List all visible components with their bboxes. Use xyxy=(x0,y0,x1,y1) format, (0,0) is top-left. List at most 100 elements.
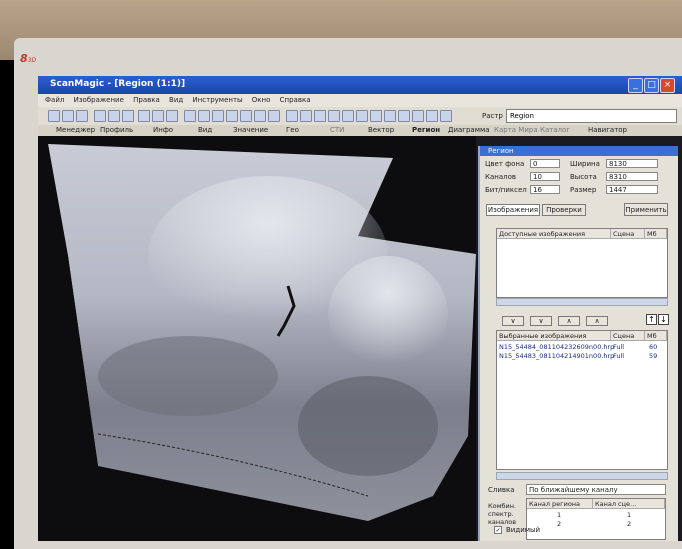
tab-manager[interactable]: Менеджер xyxy=(56,126,95,134)
selected-images-list[interactable]: Выбранные изображения Сцена Мб N15_54484… xyxy=(496,330,668,470)
available-mb-header: Мб xyxy=(645,229,667,239)
layers-icon[interactable] xyxy=(300,110,312,122)
channels-field[interactable]: 10 xyxy=(530,172,560,181)
menu-help[interactable]: Справка xyxy=(280,94,311,107)
info-icon[interactable] xyxy=(412,110,424,122)
selected-header: Выбранные изображения xyxy=(497,331,611,341)
selected-row-1-name[interactable]: N15_54484_081104232609n00.hrp xyxy=(499,343,614,351)
import-icon[interactable] xyxy=(398,110,410,122)
menu-image[interactable]: Изображение xyxy=(74,94,124,107)
available-images-list[interactable]: Доступные изображения Сцена Мб xyxy=(496,228,668,298)
open-icon[interactable] xyxy=(62,110,74,122)
tab-sti[interactable]: СТИ xyxy=(330,126,344,134)
tab-images[interactable]: Изображения xyxy=(486,204,540,216)
menu-bar: Файл Изображение Правка Вид Инструменты … xyxy=(38,94,682,107)
tab-world-map[interactable]: Карта Мира xyxy=(494,126,538,134)
window-titlebar: ScanMagic - [Region (1:1)] _ □ × xyxy=(38,76,682,94)
height-field[interactable]: 8310 xyxy=(606,172,658,181)
apply-button[interactable]: Применить xyxy=(624,203,668,216)
channel-row-1-scene[interactable]: 1 xyxy=(627,511,631,519)
stitch-select[interactable]: По ближайшему каналу xyxy=(526,484,666,495)
minimize-button[interactable]: _ xyxy=(628,78,643,93)
close-button[interactable]: × xyxy=(660,78,675,93)
selected-mb-header: Мб xyxy=(645,331,667,341)
settings-icon[interactable] xyxy=(426,110,438,122)
bits-field[interactable]: 16 xyxy=(530,185,560,194)
selected-row-1-scene: Full xyxy=(613,343,625,351)
tab-catalog[interactable]: Каталог xyxy=(540,126,570,134)
grid-icon[interactable] xyxy=(286,110,298,122)
zoom-area-icon[interactable] xyxy=(254,110,266,122)
channels-label: Каналов xyxy=(485,173,517,181)
dual-window-icon[interactable] xyxy=(370,110,382,122)
size-field[interactable]: 1447 xyxy=(606,185,658,194)
zoom-out-icon[interactable] xyxy=(226,110,238,122)
menu-tools[interactable]: Инструменты xyxy=(192,94,242,107)
menu-file[interactable]: Файл xyxy=(45,94,64,107)
selected-scrollbar[interactable] xyxy=(496,472,668,480)
zoom-fit-icon[interactable] xyxy=(240,110,252,122)
zoom-icon[interactable] xyxy=(166,110,178,122)
raster-label: Растр xyxy=(482,112,503,120)
height-label: Высота xyxy=(570,173,597,181)
help-icon[interactable] xyxy=(440,110,452,122)
order-up-icon[interactable]: ↑ xyxy=(646,314,657,325)
menu-view[interactable]: Вид xyxy=(169,94,183,107)
move-up-button[interactable]: ∧ xyxy=(558,316,580,326)
channel-row-1-region: 1 xyxy=(557,511,562,519)
pan-icon[interactable] xyxy=(268,110,280,122)
copy-icon[interactable] xyxy=(108,110,120,122)
raster-select[interactable]: Region xyxy=(506,109,677,123)
window-icon[interactable] xyxy=(356,110,368,122)
document-icon[interactable] xyxy=(152,110,164,122)
paste-icon[interactable] xyxy=(122,110,134,122)
region-panel: Регион Цвет фона 0 Каналов 10 Бит/пиксел… xyxy=(478,146,678,541)
tab-region[interactable]: Регион xyxy=(412,126,440,134)
move-down-button[interactable]: ∨ xyxy=(502,316,524,326)
tab-geo[interactable]: Гео xyxy=(286,126,299,134)
selected-scene-header: Сцена xyxy=(611,331,645,341)
print-icon[interactable] xyxy=(94,110,106,122)
new-icon[interactable] xyxy=(48,110,60,122)
pointer-icon[interactable] xyxy=(138,110,150,122)
width-field[interactable]: 8130 xyxy=(606,159,658,168)
image-viewport[interactable] xyxy=(38,136,476,541)
move-all-down-button[interactable]: ∨ xyxy=(530,316,552,326)
chart-icon[interactable] xyxy=(342,110,354,122)
table-icon[interactable] xyxy=(328,110,340,122)
tab-value[interactable]: Значение xyxy=(233,126,268,134)
channel-table[interactable]: Канал региона Канал сце... 1 1 2 2 xyxy=(526,498,666,540)
tab-info[interactable]: Инфо xyxy=(153,126,173,134)
selected-row-1-mb: 60 xyxy=(649,343,658,351)
bg-color-field[interactable]: 0 xyxy=(530,159,560,168)
tab-navigator[interactable]: Навигатор xyxy=(588,126,627,134)
available-scrollbar[interactable] xyxy=(496,298,668,306)
tab-vector[interactable]: Вектор xyxy=(368,126,394,134)
visible-checkbox[interactable]: ✓ xyxy=(494,526,502,534)
available-scene-header: Сцена xyxy=(611,229,645,239)
move-all-up-button[interactable]: ∧ xyxy=(586,316,608,326)
tab-checks[interactable]: Проверки xyxy=(542,204,586,216)
export-icon[interactable] xyxy=(384,110,396,122)
channel-row-2-scene[interactable]: 2 xyxy=(627,520,631,528)
save-icon[interactable] xyxy=(76,110,88,122)
list-icon[interactable] xyxy=(314,110,326,122)
maximize-button[interactable]: □ xyxy=(644,78,659,93)
select-icon[interactable] xyxy=(184,110,196,122)
menu-window[interactable]: Окно xyxy=(252,94,271,107)
bg-color-label: Цвет фона xyxy=(485,160,525,168)
channel-row-2-region: 2 xyxy=(557,520,562,528)
order-down-icon[interactable]: ↓ xyxy=(658,314,669,325)
tab-diagram[interactable]: Диаграмма xyxy=(448,126,490,134)
window-title: ScanMagic - [Region (1:1)] xyxy=(50,79,186,89)
selected-row-2-name[interactable]: N15_54483_081104214901n00.hrp xyxy=(499,352,614,360)
monitor-logo: 83D xyxy=(20,52,37,65)
width-label: Ширина xyxy=(570,160,600,168)
zoom-in-icon[interactable] xyxy=(212,110,224,122)
tab-profile[interactable]: Профиль xyxy=(100,126,133,134)
region-panel-title: Регион xyxy=(480,146,678,156)
menu-edit[interactable]: Правка xyxy=(133,94,160,107)
tab-view[interactable]: Вид xyxy=(198,126,212,134)
rotate-icon[interactable] xyxy=(198,110,210,122)
panel-tabs: Менеджер Профиль Инфо Вид Значение Гео С… xyxy=(38,125,682,136)
